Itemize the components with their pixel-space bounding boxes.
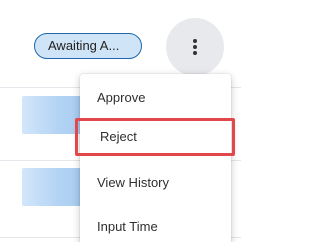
row-thumbnail xyxy=(22,168,84,206)
actions-menu: Approve Reject View History Input Time xyxy=(75,74,235,242)
menu-item-approve[interactable]: Approve xyxy=(80,79,231,117)
more-vertical-icon xyxy=(192,38,198,56)
menu-item-reject[interactable]: Reject xyxy=(75,118,235,156)
status-badge[interactable]: Awaiting A... xyxy=(34,33,142,59)
menu-item-view-history[interactable]: View History xyxy=(80,164,231,202)
approvals-table: Awaiting A... Approve Reject View Histor… xyxy=(0,0,241,242)
more-actions-button[interactable] xyxy=(166,18,224,76)
menu-item-input-time[interactable]: Input Time xyxy=(80,208,231,242)
